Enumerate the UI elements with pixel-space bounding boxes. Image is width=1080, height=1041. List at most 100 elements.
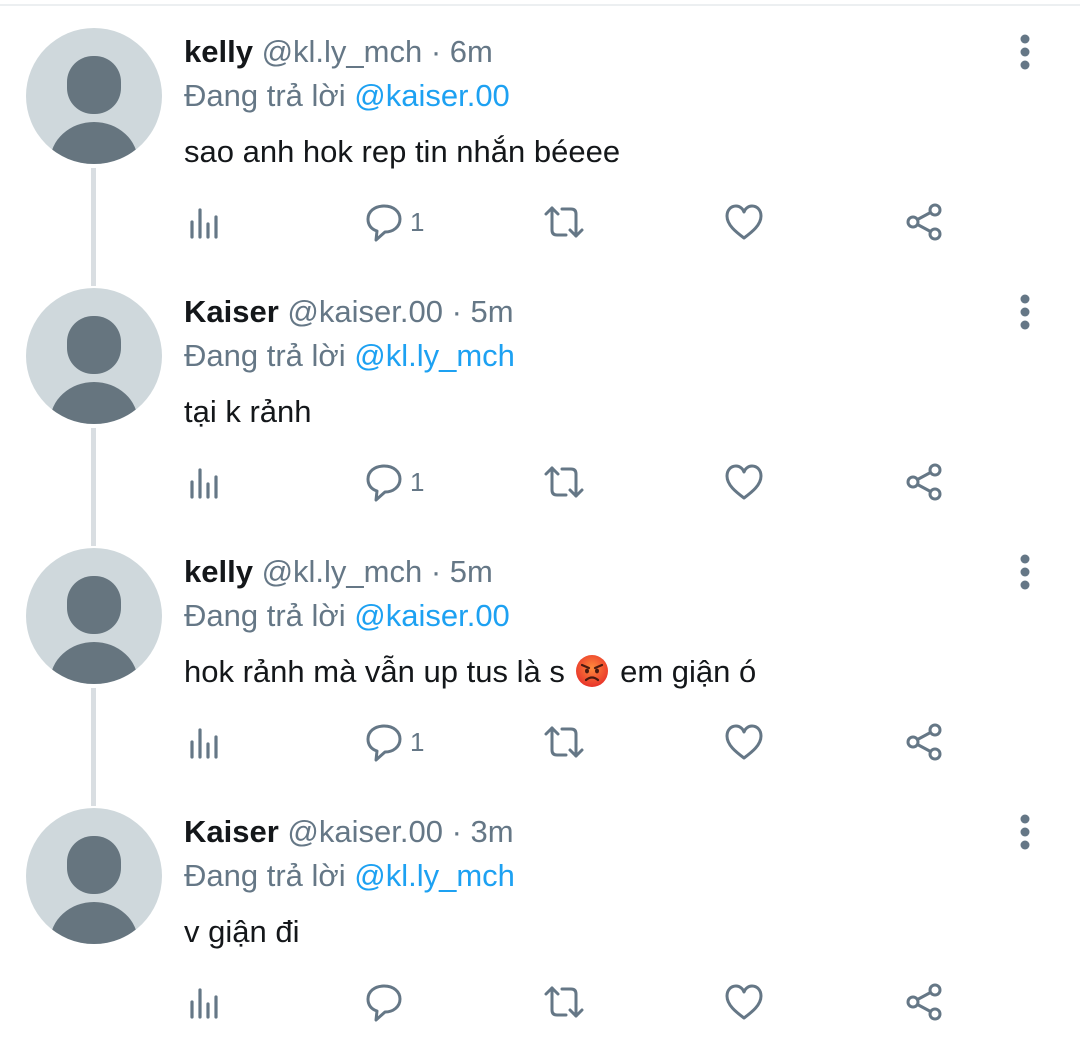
mention-link[interactable]: @kaiser.00 bbox=[354, 598, 510, 633]
user-handle[interactable]: @kl.ly_mch bbox=[262, 34, 423, 69]
display-name[interactable]: kelly bbox=[184, 554, 253, 589]
stats-button[interactable] bbox=[184, 720, 228, 764]
more-options-button[interactable] bbox=[1008, 550, 1042, 594]
bar-chart-icon bbox=[190, 468, 218, 499]
more-options-button[interactable] bbox=[1008, 290, 1042, 334]
replying-to: Đang trả lời @kaiser.00 bbox=[184, 77, 510, 115]
avatar-head bbox=[67, 576, 121, 634]
avatar[interactable] bbox=[26, 28, 162, 164]
tweet-text-part: em giận ó bbox=[620, 654, 757, 689]
angry-face-emoji bbox=[576, 655, 609, 687]
like-button[interactable] bbox=[722, 980, 766, 1024]
more-options-button[interactable] bbox=[1008, 810, 1042, 854]
speech-bubble-icon bbox=[366, 464, 402, 502]
retweet-button[interactable] bbox=[542, 200, 586, 244]
heart-icon bbox=[725, 204, 763, 240]
tweet-text-part: hok rảnh mà vẫn up tus là s bbox=[184, 654, 565, 689]
heart-icon bbox=[725, 464, 763, 500]
speech-bubble-icon bbox=[366, 984, 402, 1022]
share-icon bbox=[906, 203, 942, 241]
share-icon bbox=[906, 983, 942, 1021]
reply-count: 1 bbox=[410, 206, 425, 237]
bar-chart-icon bbox=[190, 728, 218, 759]
share-icon bbox=[906, 463, 942, 501]
retweet-button[interactable] bbox=[542, 720, 586, 764]
display-name[interactable]: Kaiser bbox=[184, 814, 279, 849]
mention-link[interactable]: @kl.ly_mch bbox=[354, 858, 515, 893]
avatar[interactable] bbox=[26, 548, 162, 684]
avatar-head bbox=[67, 316, 121, 374]
tweet-header: Kaiser @kaiser.00 · 5m bbox=[184, 293, 514, 331]
share-button[interactable] bbox=[902, 460, 946, 504]
retweet-button[interactable] bbox=[542, 460, 586, 504]
user-handle[interactable]: @kaiser.00 bbox=[287, 814, 443, 849]
share-button[interactable] bbox=[902, 200, 946, 244]
avatar-body bbox=[50, 382, 138, 424]
bar-chart-icon bbox=[190, 988, 218, 1019]
tweet[interactable]: Kaiser @kaiser.00 · 3m Đang trả lời @kl.… bbox=[0, 780, 1080, 1040]
speech-bubble-icon bbox=[366, 724, 402, 762]
reply-button[interactable]: 1 bbox=[362, 200, 424, 244]
timestamp[interactable]: · 5m bbox=[452, 294, 514, 329]
display-name[interactable]: Kaiser bbox=[184, 294, 279, 329]
stats-button[interactable] bbox=[184, 980, 228, 1024]
retweet-icon bbox=[544, 206, 584, 238]
timestamp[interactable]: · 6m bbox=[431, 34, 493, 69]
timestamp[interactable]: · 5m bbox=[431, 554, 493, 589]
avatar[interactable] bbox=[26, 808, 162, 944]
tweet[interactable]: kelly @kl.ly_mch · 6m Đang trả lời @kais… bbox=[0, 0, 1080, 260]
vertical-ellipsis-icon bbox=[1020, 34, 1030, 70]
heart-icon bbox=[725, 724, 763, 760]
replying-label: Đang trả lời bbox=[184, 858, 346, 893]
display-name[interactable]: kelly bbox=[184, 34, 253, 69]
replying-label: Đang trả lời bbox=[184, 598, 346, 633]
bar-chart-icon bbox=[190, 208, 218, 239]
like-button[interactable] bbox=[722, 200, 766, 244]
reply-button[interactable] bbox=[362, 980, 410, 1024]
tweet-text: tại k rảnh bbox=[184, 394, 312, 429]
share-icon bbox=[906, 723, 942, 761]
heart-icon bbox=[725, 984, 763, 1020]
vertical-ellipsis-icon bbox=[1020, 814, 1030, 850]
more-options-button[interactable] bbox=[1008, 30, 1042, 74]
stats-button[interactable] bbox=[184, 460, 228, 504]
replying-to: Đang trả lời @kaiser.00 bbox=[184, 597, 510, 635]
vertical-ellipsis-icon bbox=[1020, 294, 1030, 330]
user-handle[interactable]: @kaiser.00 bbox=[287, 294, 443, 329]
tweet-header: kelly @kl.ly_mch · 5m bbox=[184, 553, 493, 591]
retweet-icon bbox=[544, 726, 584, 758]
mention-link[interactable]: @kl.ly_mch bbox=[354, 338, 515, 373]
tweet[interactable]: Kaiser @kaiser.00 · 5m Đang trả lời @kl.… bbox=[0, 260, 1080, 520]
tweet[interactable]: kelly @kl.ly_mch · 5m Đang trả lời @kais… bbox=[0, 520, 1080, 780]
stats-button[interactable] bbox=[184, 200, 228, 244]
replying-label: Đang trả lời bbox=[184, 78, 346, 113]
user-handle[interactable]: @kl.ly_mch bbox=[262, 554, 423, 589]
retweet-button[interactable] bbox=[542, 980, 586, 1024]
avatar-head bbox=[67, 56, 121, 114]
retweet-icon bbox=[544, 466, 584, 498]
avatar-body bbox=[50, 642, 138, 684]
reply-button[interactable]: 1 bbox=[362, 460, 424, 504]
tweet-header: kelly @kl.ly_mch · 6m bbox=[184, 33, 493, 71]
replying-label: Đang trả lời bbox=[184, 338, 346, 373]
tweet-header: Kaiser @kaiser.00 · 3m bbox=[184, 813, 514, 851]
avatar-body bbox=[50, 902, 138, 944]
tweet-text: sao anh hok rep tin nhắn béeee bbox=[184, 134, 621, 169]
share-button[interactable] bbox=[902, 980, 946, 1024]
avatar[interactable] bbox=[26, 288, 162, 424]
mention-link[interactable]: @kaiser.00 bbox=[354, 78, 510, 113]
retweet-icon bbox=[544, 986, 584, 1018]
speech-bubble-icon bbox=[366, 204, 402, 242]
replying-to: Đang trả lời @kl.ly_mch bbox=[184, 337, 515, 375]
tweet-text: v giận đi bbox=[184, 914, 300, 949]
tweet-text: hok rảnh mà vẫn up tus là s em giận ó bbox=[184, 652, 756, 692]
like-button[interactable] bbox=[722, 460, 766, 504]
like-button[interactable] bbox=[722, 720, 766, 764]
share-button[interactable] bbox=[902, 720, 946, 764]
vertical-ellipsis-icon bbox=[1020, 554, 1030, 590]
replying-to: Đang trả lời @kl.ly_mch bbox=[184, 857, 515, 895]
reply-count: 1 bbox=[410, 466, 425, 497]
avatar-body bbox=[50, 122, 138, 164]
reply-button[interactable]: 1 bbox=[362, 720, 424, 764]
timestamp[interactable]: · 3m bbox=[452, 814, 514, 849]
